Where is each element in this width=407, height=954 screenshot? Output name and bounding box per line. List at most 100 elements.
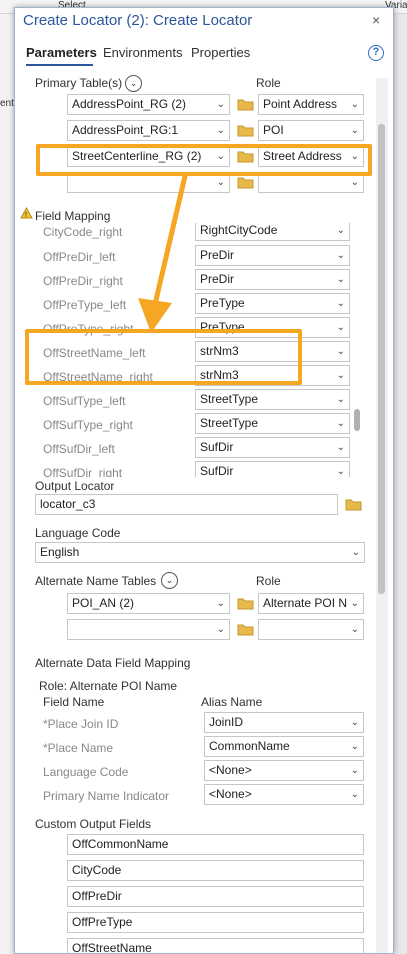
field-map-select[interactable]: SufDir ⌄	[195, 461, 350, 477]
chevron-down-icon: ⌄	[336, 274, 345, 285]
field-mapping-scroll-thumb[interactable]	[354, 409, 360, 431]
primary-tables-label: Primary Table(s)	[35, 76, 123, 90]
field-map-select[interactable]: RightCityCode ⌄	[195, 223, 350, 241]
tab-parameters[interactable]: Parameters	[26, 45, 97, 60]
pane-scroll-thumb[interactable]	[378, 124, 385, 594]
folder-icon[interactable]	[237, 176, 254, 189]
alt-table-select[interactable]: ⌄	[67, 619, 230, 640]
alt-role-value: Alternate POI N	[263, 596, 348, 610]
chevron-down-icon: ⌄	[350, 765, 359, 776]
alt-field-name: Primary Name Indicator	[43, 789, 170, 803]
alt-field-select[interactable]: JoinID ⌄	[204, 712, 364, 733]
chevron-down-icon: ⌄	[350, 789, 359, 800]
field-name: CityCode_right	[43, 225, 123, 239]
alt-field-name: *Place Join ID	[43, 717, 119, 731]
chevron-down-icon: ⌄	[350, 741, 359, 752]
role-value: Point Address	[263, 97, 338, 111]
field-name: OffPreDir_right	[43, 274, 123, 288]
folder-icon[interactable]	[345, 498, 362, 511]
folder-icon[interactable]	[237, 597, 254, 610]
folder-icon[interactable]	[237, 98, 254, 111]
geoprocessing-pane: Create Locator (2): Create Locator × Par…	[14, 7, 394, 954]
chevron-down-icon: ⌄	[336, 466, 345, 477]
field-name: OffSufDir_right	[43, 466, 123, 477]
field-map-select[interactable]: SufDir ⌄	[195, 437, 350, 458]
field-map-select[interactable]: PreType ⌄	[195, 293, 350, 314]
folder-icon[interactable]	[237, 623, 254, 636]
expand-circle-icon[interactable]: ⌄	[161, 572, 178, 589]
field-map-select[interactable]: StreetType ⌄	[195, 413, 350, 434]
chevron-down-icon: ⌄	[350, 598, 359, 609]
field-map-value: SufDir	[200, 440, 234, 454]
field-map-select[interactable]: StreetType ⌄	[195, 389, 350, 410]
field-map-select[interactable]: PreDir ⌄	[195, 245, 350, 266]
field-mapping-scrollbar[interactable]	[352, 233, 364, 476]
primary-table-value: AddressPoint_RG (2)	[72, 97, 187, 111]
field-map-value: SufDir	[200, 464, 234, 477]
field-name: OffSufDir_left	[43, 442, 115, 456]
role-value: POI	[263, 123, 284, 137]
field-map-value: StreetType	[200, 392, 259, 406]
alt-role-line: Role: Alternate POI Name	[39, 679, 178, 693]
alternate-name-tables-label: Alternate Name Tables	[35, 574, 157, 588]
custom-output-field[interactable]: OffPreType	[67, 912, 364, 933]
primary-table-value: AddressPoint_RG:1	[72, 123, 179, 137]
field-mapping-label: Field Mapping	[35, 209, 111, 223]
primary-table-select[interactable]: AddressPoint_RG (2) ⌄	[67, 94, 230, 115]
alt-field-value: JoinID	[209, 715, 244, 729]
expand-circle-icon[interactable]: ⌄	[125, 75, 142, 92]
field-map-value: StreetType	[200, 416, 259, 430]
alt-field-select[interactable]: CommonName ⌄	[204, 736, 364, 757]
field-map-select[interactable]: PreDir ⌄	[195, 269, 350, 290]
field-map-value: RightCityCode	[200, 223, 278, 237]
chevron-down-icon: ⌄	[350, 125, 359, 136]
close-icon[interactable]: ×	[372, 12, 380, 28]
help-icon[interactable]: ?	[368, 45, 384, 61]
chevron-down-icon: ⌄	[350, 717, 359, 728]
alt-role-select[interactable]: Alternate POI N ⌄	[258, 593, 364, 614]
role-select[interactable]: Point Address ⌄	[258, 94, 364, 115]
alias-name-header: Alias Name	[201, 695, 263, 709]
output-locator-label: Output Locator	[35, 479, 115, 493]
chevron-down-icon: ⌄	[336, 346, 345, 357]
active-tab-underline	[26, 64, 93, 66]
custom-output-field[interactable]: CityCode	[67, 860, 364, 881]
custom-output-field[interactable]: OffCommonName	[67, 834, 364, 855]
alt-field-select[interactable]: <None> ⌄	[204, 784, 364, 805]
chevron-down-icon: ⌄	[336, 418, 345, 429]
alt-field-value: <None>	[209, 787, 252, 801]
role-header: Role	[256, 76, 281, 90]
chevron-down-icon: ⌄	[336, 394, 345, 405]
folder-icon[interactable]	[237, 124, 254, 137]
chevron-down-icon: ⌄	[216, 624, 225, 635]
custom-output-field[interactable]: OffStreetName	[67, 938, 364, 953]
tab-environments[interactable]: Environments	[103, 45, 182, 60]
chevron-down-icon: ⌄	[336, 298, 345, 309]
chevron-down-icon: ⌄	[216, 125, 225, 136]
pane-title: Create Locator (2): Create Locator	[23, 12, 253, 29]
language-select[interactable]: English ⌄	[35, 542, 365, 563]
primary-table-select[interactable]: AddressPoint_RG:1 ⌄	[67, 120, 230, 141]
chevron-down-icon: ⌄	[216, 598, 225, 609]
alt-role-select[interactable]: ⌄	[258, 619, 364, 640]
alt-table-select[interactable]: POI_AN (2) ⌄	[67, 593, 230, 614]
chevron-down-icon: ⌄	[336, 442, 345, 453]
field-map-value: PreDir	[200, 272, 235, 286]
highlight-arrow	[138, 173, 188, 333]
field-name: OffPreDir_left	[43, 250, 116, 264]
field-name: OffSufType_left	[43, 394, 126, 408]
custom-output-field[interactable]: OffPreDir	[67, 886, 364, 907]
field-name-header: Field Name	[43, 695, 105, 709]
chevron-down-icon: ⌄	[336, 250, 345, 261]
tab-properties[interactable]: Properties	[191, 45, 250, 60]
output-locator-input[interactable]: locator_c3	[35, 494, 338, 515]
alt-field-select[interactable]: <None> ⌄	[204, 760, 364, 781]
language-code-label: Language Code	[35, 526, 121, 540]
alt-field-value: CommonName	[209, 739, 290, 753]
highlight-box-street-row	[36, 144, 372, 176]
alt-field-value: <None>	[209, 763, 252, 777]
chevron-down-icon: ⌄	[336, 225, 345, 236]
role-select[interactable]: POI ⌄	[258, 120, 364, 141]
alt-field-name: *Place Name	[43, 741, 114, 755]
field-map-value: PreType	[200, 296, 245, 310]
